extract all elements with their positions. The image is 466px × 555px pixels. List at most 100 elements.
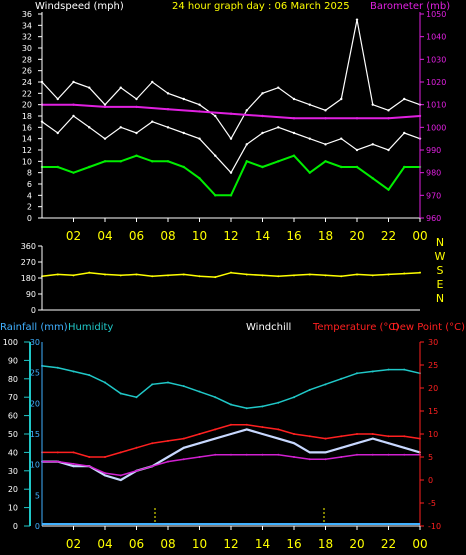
- wind_avg-point: [56, 165, 59, 169]
- windchill-point: [277, 437, 280, 440]
- barometer-point: [198, 110, 201, 113]
- wind_speed-point: [198, 137, 201, 140]
- wind_speed-point: [261, 131, 264, 135]
- wind_speed-point: [229, 171, 233, 174]
- humidity-point: [88, 374, 91, 377]
- y-tick-label: 1050: [426, 10, 446, 19]
- wind_avg-point: [387, 188, 390, 191]
- temperature-point: [371, 433, 374, 435]
- x-tick-label: 10: [192, 537, 207, 551]
- y-tick-label: 30: [428, 338, 438, 347]
- humidity-point: [308, 388, 311, 391]
- dewpoint-point: [277, 453, 280, 456]
- temperature-point: [135, 446, 138, 449]
- dewpoint-point: [104, 472, 106, 475]
- dewpoint-point: [403, 453, 406, 456]
- wind_gust-point: [403, 97, 406, 101]
- humidity-point: [72, 370, 75, 373]
- direction-point: [356, 273, 358, 276]
- dewpoint-point: [261, 453, 264, 456]
- x-tick-label: 16: [286, 537, 301, 551]
- dewpoint-point: [356, 453, 358, 456]
- dewpoint-point: [56, 460, 59, 463]
- temperature-point: [293, 433, 295, 435]
- wind_gust-point: [214, 114, 217, 118]
- y-tick-label: 0: [35, 522, 40, 531]
- y-tick-label: 15: [428, 407, 438, 416]
- direction-point: [419, 271, 421, 274]
- windchill-point: [104, 474, 106, 477]
- windchill-point: [72, 465, 75, 468]
- windchill-point: [403, 446, 406, 449]
- x-tick-label: 20: [349, 229, 364, 243]
- direction-point: [245, 273, 248, 276]
- wind_avg-point: [182, 165, 185, 169]
- temperature-point: [356, 433, 358, 435]
- humidity-point: [119, 392, 122, 395]
- direction-point: [167, 274, 169, 277]
- y-tick-label: 90: [26, 290, 36, 299]
- temperature-point: [261, 426, 264, 429]
- wind_speed-point: [387, 148, 390, 152]
- y-tick-label: 30: [8, 467, 18, 476]
- direction-point: [56, 273, 59, 276]
- wind_avg-point: [355, 165, 359, 169]
- y-tick-label: 360: [21, 242, 36, 251]
- temperature-point: [198, 433, 201, 435]
- wind_gust-point: [324, 109, 327, 112]
- wind_speed-point: [245, 143, 248, 146]
- y-tick-label: 40: [8, 448, 18, 457]
- wind_avg-point: [277, 160, 280, 163]
- y-tick-label: 0: [27, 214, 32, 223]
- y-tick-label: 5: [35, 491, 40, 500]
- wind_gust-point: [119, 86, 122, 89]
- wind_gust-point: [355, 18, 359, 21]
- wind_speed-point: [151, 120, 154, 123]
- y-tick-label: 20: [428, 384, 438, 393]
- direction-point: [104, 273, 106, 276]
- x-tick-label: 06: [129, 229, 144, 243]
- humidity-point: [198, 390, 201, 393]
- humidity-line: [41, 365, 421, 409]
- wind_gust-point: [308, 103, 311, 106]
- wind_avg-point: [119, 160, 122, 163]
- wind_speed-point: [403, 131, 406, 135]
- y-tick-label: 36: [22, 10, 32, 19]
- x-tick-label: 20: [349, 537, 364, 551]
- y-tick-label: 5: [428, 453, 433, 462]
- dewpoint-point: [324, 458, 327, 461]
- wind_avg-point: [88, 165, 91, 169]
- x-tick-label: 18: [318, 229, 333, 243]
- temperature-point: [167, 439, 169, 442]
- x-tick-label: 02: [66, 537, 81, 551]
- y-tick-label: 16: [22, 123, 32, 132]
- wind_gust-point: [103, 103, 107, 106]
- windchill-point: [308, 451, 311, 454]
- dewpoint-point: [308, 458, 311, 461]
- y-tick-label: 180: [21, 274, 36, 283]
- wind_avg-point: [292, 154, 296, 157]
- wind_avg-point: [340, 165, 343, 169]
- x-tick-label: 08: [160, 229, 175, 243]
- temperature-point: [340, 435, 343, 438]
- y-tick-label: 1040: [426, 33, 446, 42]
- x-tick-label: 04: [97, 229, 112, 243]
- humidity-axis-ticks: 0 10 20 30 40 50 60 70 80 90 100: [3, 338, 30, 531]
- wind_avg-point: [198, 177, 201, 180]
- wind_gust-point: [135, 97, 138, 101]
- barometer-series: [42, 103, 421, 120]
- y-tick-label: 24: [22, 78, 32, 87]
- x-tick-label: 02: [66, 229, 81, 243]
- windspeed-label: Windspeed (mph): [35, 1, 124, 12]
- compass-label: N: [436, 236, 444, 249]
- y-tick-label: -10: [428, 522, 441, 531]
- humidity-point: [403, 368, 406, 371]
- x-tick-label: 12: [223, 537, 238, 551]
- y-tick-label: 20: [22, 101, 32, 110]
- y-tick-label: 1020: [426, 78, 446, 87]
- windspeed-axis-ticks: 024681012141618202224262830323436: [22, 10, 42, 223]
- windchill-point: [167, 456, 169, 458]
- y-tick-label: 0: [13, 522, 18, 531]
- humidity-point: [371, 370, 374, 373]
- direction-point: [182, 273, 185, 276]
